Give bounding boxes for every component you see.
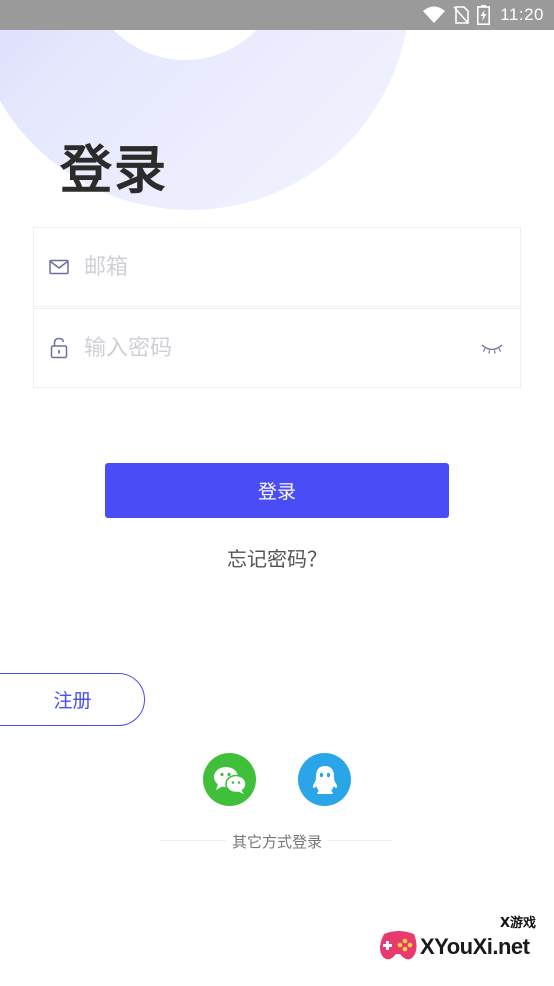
password-field-container[interactable]: [33, 308, 521, 388]
other-login-label: 其它方式登录: [0, 831, 554, 852]
wifi-icon: [423, 6, 446, 23]
battery-charging-icon: [477, 5, 491, 25]
status-time: 11:20: [500, 5, 544, 24]
eye-closed-icon[interactable]: [480, 341, 504, 355]
status-bar: 11:20: [0, 0, 554, 30]
email-input[interactable]: [82, 246, 520, 288]
other-login-text: 其它方式登录: [225, 833, 328, 851]
unlock-icon: [48, 337, 70, 359]
status-icons: [423, 5, 491, 25]
forgot-password-link[interactable]: 忘记密码？: [0, 543, 554, 572]
watermark-text: XYouXi.net: [420, 934, 530, 959]
page-title: 登录: [60, 141, 169, 201]
wechat-icon: [213, 766, 247, 794]
login-button[interactable]: 登录: [105, 463, 449, 518]
no-sim-icon: [453, 6, 470, 24]
wechat-login-button[interactable]: [203, 753, 256, 806]
gamepad-logo-icon: [380, 931, 417, 960]
email-field-container[interactable]: [33, 227, 521, 307]
password-input[interactable]: [82, 327, 480, 369]
mail-icon: [48, 256, 70, 278]
watermark-cn: X游戏: [499, 916, 536, 931]
qq-login-button[interactable]: [298, 753, 351, 806]
register-button[interactable]: 注册: [0, 673, 145, 726]
watermark: X游戏 XYouXi.net: [376, 912, 546, 972]
login-page: 11:20 登录 邮箱 登录 忘记密码？ 注册 其它方式登录 X游戏 XYouX…: [0, 0, 554, 986]
qq-icon: [312, 765, 337, 794]
